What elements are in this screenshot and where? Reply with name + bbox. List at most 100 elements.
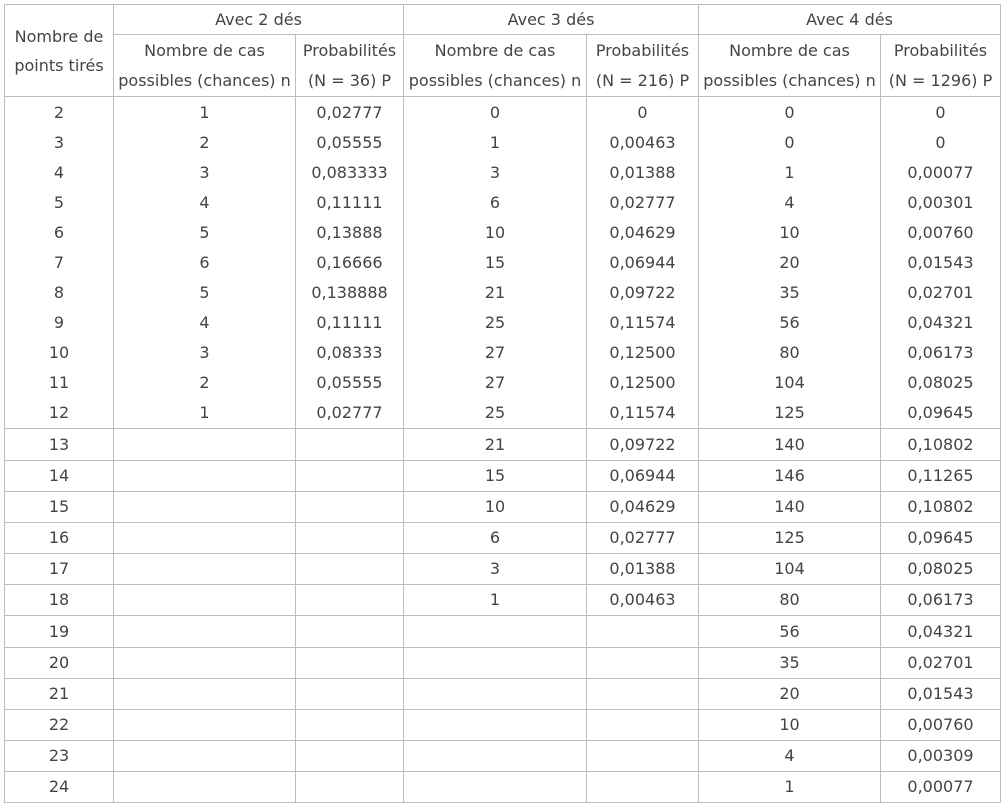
col-header-cases-2-dice: Nombre de cas possibles (chances) n (113, 34, 296, 97)
cell-prob-4-dice: 0 (880, 128, 1001, 158)
cell-prob-2-dice (295, 522, 404, 554)
cell-prob-3-dice: 0,04629 (586, 218, 699, 248)
row-header-points: Nombre de points tirés (4, 4, 114, 97)
cell-prob-3-dice: 0,00463 (586, 584, 699, 616)
cell-cases-2-dice (113, 740, 296, 772)
cell-prob-4-dice: 0,00309 (880, 740, 1001, 772)
table-row: 8 5 0,138888 21 0,09722 35 0,02701 (4, 278, 1001, 308)
cell-cases-3-dice: 25 (403, 398, 587, 429)
group-header-2-dice: Avec 2 dés (113, 4, 404, 35)
cell-prob-2-dice (295, 678, 404, 710)
cell-prob-3-dice: 0 (586, 96, 699, 128)
cell-cases-2-dice (113, 460, 296, 492)
cell-prob-2-dice: 0,083333 (295, 158, 404, 188)
cell-prob-3-dice: 0,06944 (586, 248, 699, 278)
cell-cases-2-dice (113, 678, 296, 710)
table-row: 12 1 0,02777 25 0,11574 125 0,09645 (4, 398, 1001, 429)
col-header-prob-3-dice: Probabilités (N = 216) P (586, 34, 699, 97)
cell-cases-4-dice: 20 (698, 248, 881, 278)
cell-cases-3-dice (403, 647, 587, 679)
cell-prob-3-dice (586, 771, 699, 803)
cell-cases-2-dice (113, 428, 296, 461)
cell-cases-4-dice: 146 (698, 460, 881, 492)
cell-cases-4-dice: 125 (698, 398, 881, 429)
cell-prob-2-dice: 0,138888 (295, 278, 404, 308)
cell-prob-2-dice: 0,16666 (295, 248, 404, 278)
cell-cases-4-dice: 1 (698, 771, 881, 803)
cell-cases-3-dice: 1 (403, 128, 587, 158)
cell-prob-4-dice: 0,06173 (880, 338, 1001, 368)
cell-prob-3-dice (586, 740, 699, 772)
cell-cases-3-dice (403, 771, 587, 803)
cell-cases-3-dice (403, 740, 587, 772)
cell-cases-4-dice: 10 (698, 709, 881, 741)
cell-points: 18 (4, 584, 114, 616)
cell-cases-4-dice: 104 (698, 553, 881, 585)
cell-cases-3-dice: 1 (403, 584, 587, 616)
table-row: 16 6 0,02777 125 0,09645 (4, 522, 1001, 554)
cell-cases-3-dice: 0 (403, 96, 587, 128)
cell-prob-4-dice: 0,01543 (880, 678, 1001, 710)
cell-cases-4-dice: 56 (698, 308, 881, 338)
table-row: 5 4 0,11111 6 0,02777 4 0,00301 (4, 188, 1001, 218)
cell-prob-4-dice: 0,08025 (880, 553, 1001, 585)
table-row: 20 35 0,02701 (4, 647, 1001, 679)
cell-prob-2-dice (295, 460, 404, 492)
cell-prob-4-dice: 0,06173 (880, 584, 1001, 616)
cell-prob-4-dice: 0,10802 (880, 428, 1001, 461)
table-section: 19 56 0,04321 20 35 0,02701 21 20 0,01543 22 10 0,0… (4, 615, 1001, 803)
cell-cases-2-dice: 4 (113, 308, 296, 338)
cell-points: 15 (4, 491, 114, 523)
cell-points: 10 (4, 338, 114, 368)
cell-cases-2-dice (113, 709, 296, 741)
cell-prob-3-dice: 0,12500 (586, 338, 699, 368)
cell-cases-3-dice: 21 (403, 428, 587, 461)
cell-cases-2-dice: 1 (113, 398, 296, 429)
cell-prob-3-dice: 0,04629 (586, 491, 699, 523)
cell-prob-2-dice: 0,02777 (295, 96, 404, 128)
cell-prob-3-dice: 0,01388 (586, 553, 699, 585)
cell-prob-4-dice: 0,02701 (880, 278, 1001, 308)
cell-prob-3-dice (586, 678, 699, 710)
table-row: 6 5 0,13888 10 0,04629 10 0,00760 (4, 218, 1001, 248)
table-row: 9 4 0,11111 25 0,11574 56 0,04321 (4, 308, 1001, 338)
cell-prob-2-dice (295, 491, 404, 523)
cell-points: 8 (4, 278, 114, 308)
table-row: 4 3 0,083333 3 0,01388 1 0,00077 (4, 158, 1001, 188)
cell-prob-2-dice (295, 553, 404, 585)
cell-prob-2-dice (295, 709, 404, 741)
table-row: 19 56 0,04321 (4, 615, 1001, 648)
cell-cases-4-dice: 0 (698, 96, 881, 128)
cell-cases-2-dice (113, 553, 296, 585)
cell-prob-4-dice: 0,10802 (880, 491, 1001, 523)
cell-prob-4-dice: 0,00077 (880, 771, 1001, 803)
cell-prob-2-dice (295, 428, 404, 461)
table-row: 3 2 0,05555 1 0,00463 0 0 (4, 128, 1001, 158)
cell-cases-3-dice: 3 (403, 553, 587, 585)
cell-prob-4-dice: 0,08025 (880, 368, 1001, 398)
table-row: 17 3 0,01388 104 0,08025 (4, 553, 1001, 585)
cell-cases-4-dice: 140 (698, 428, 881, 461)
cell-prob-2-dice: 0,11111 (295, 188, 404, 218)
header-sub-row: Nombre de cas possibles (chances) n Prob… (5, 34, 1001, 97)
cell-points: 7 (4, 248, 114, 278)
cell-cases-2-dice: 5 (113, 218, 296, 248)
cell-cases-3-dice: 15 (403, 248, 587, 278)
table-header: Nombre de points tirés Avec 2 dés Avec 3… (4, 4, 1001, 97)
cell-prob-3-dice (586, 709, 699, 741)
cell-prob-2-dice: 0,05555 (295, 368, 404, 398)
cell-cases-4-dice: 4 (698, 188, 881, 218)
cell-points: 11 (4, 368, 114, 398)
cell-prob-4-dice: 0,04321 (880, 615, 1001, 648)
cell-points: 14 (4, 460, 114, 492)
cell-prob-3-dice: 0,09722 (586, 428, 699, 461)
cell-prob-2-dice: 0,13888 (295, 218, 404, 248)
group-header-3-dice: Avec 3 dés (403, 4, 699, 35)
cell-points: 21 (4, 678, 114, 710)
cell-points: 17 (4, 553, 114, 585)
header-group-row: Nombre de points tirés Avec 2 dés Avec 3… (4, 4, 1001, 97)
cell-prob-2-dice (295, 647, 404, 679)
cell-prob-3-dice (586, 647, 699, 679)
col-header-prob-2-dice: Probabilités (N = 36) P (295, 34, 404, 97)
cell-prob-3-dice: 0,01388 (586, 158, 699, 188)
